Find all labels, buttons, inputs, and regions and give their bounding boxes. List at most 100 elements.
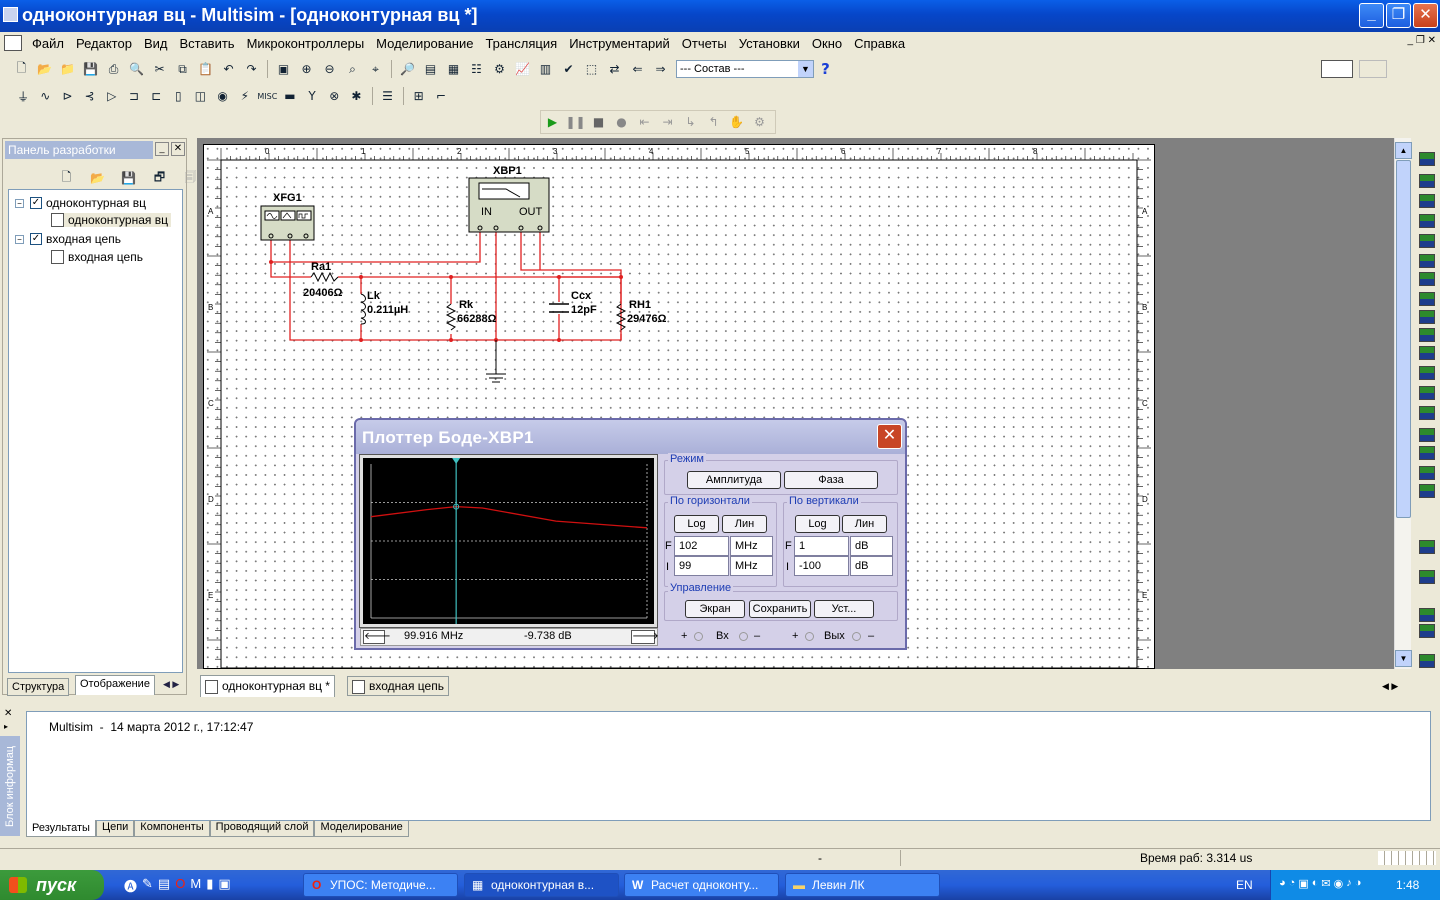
info-pin-icon[interactable]: ▸ xyxy=(4,722,8,731)
bode-close-button[interactable]: ✕ xyxy=(877,424,902,449)
tray-icon[interactable]: ◉ xyxy=(1334,877,1344,890)
in-use-list-combo[interactable]: --- Состав --- ▼ xyxy=(676,60,814,78)
open-page-icon[interactable]: 📂 xyxy=(88,169,108,187)
network-analyzer-icon[interactable] xyxy=(1419,406,1435,420)
toolbar-grip-2[interactable] xyxy=(1359,60,1387,78)
probe-icon[interactable] xyxy=(1419,654,1435,668)
tab-hierarchy[interactable]: Структура xyxy=(7,678,70,696)
step-out-icon[interactable]: ↰ xyxy=(704,113,724,131)
wattmeter-icon[interactable] xyxy=(1419,194,1435,208)
opera-icon[interactable]: O xyxy=(175,876,185,895)
checkbox-icon[interactable]: ✓ xyxy=(30,233,42,245)
document-icon[interactable] xyxy=(4,35,22,51)
current-probe-icon[interactable] xyxy=(1419,608,1435,622)
v-final-input[interactable]: 1 xyxy=(794,536,849,556)
h-log-button[interactable]: Log xyxy=(674,515,719,533)
tray-icon[interactable]: ♪ xyxy=(1346,877,1352,890)
task-item[interactable]: W Расчет одноконту... xyxy=(624,873,779,897)
settings-icon[interactable]: ⚙ xyxy=(750,113,770,131)
help-icon[interactable]: ? xyxy=(816,60,836,78)
zoom-out-icon[interactable]: ⊖ xyxy=(320,60,340,78)
grapher-icon[interactable]: ▤ xyxy=(421,60,441,78)
tree-node[interactable]: входная цепь xyxy=(51,250,143,264)
power-icon[interactable]: ⚡ xyxy=(235,87,254,105)
run-icon[interactable]: ▶ xyxy=(543,113,563,131)
panel-close-button[interactable]: ✕ xyxy=(171,142,185,156)
tab-visibility[interactable]: Отображение xyxy=(75,675,155,695)
analog-icon[interactable]: ▷ xyxy=(102,87,121,105)
app-icon[interactable]: ▮ xyxy=(206,876,213,895)
agilent-scope-icon[interactable] xyxy=(1419,466,1435,480)
scroll-up-icon[interactable]: ▲ xyxy=(1395,142,1412,159)
transistor-icon[interactable]: ⊰ xyxy=(80,87,99,105)
hierarchical-block-icon[interactable]: ⊞ xyxy=(409,87,428,105)
logic-converter-icon[interactable] xyxy=(1419,328,1435,342)
phase-button[interactable]: Фаза xyxy=(784,471,878,489)
cursor-right-button[interactable]: 🡒 xyxy=(631,630,659,644)
indicator-icon[interactable]: ◉ xyxy=(213,87,232,105)
scroll-thumb[interactable] xyxy=(1396,160,1411,518)
bode-plotter-icon[interactable] xyxy=(1419,254,1435,268)
full-screen-icon[interactable]: ▣ xyxy=(274,60,294,78)
app-icon[interactable]: ▤ xyxy=(158,876,170,895)
zoom-area-icon[interactable]: ⌕ xyxy=(343,60,363,78)
agilent-multimeter-icon[interactable] xyxy=(1419,446,1435,460)
open-sample-icon[interactable]: 📁 xyxy=(58,60,78,78)
frequency-counter-icon[interactable] xyxy=(1419,272,1435,286)
print-icon[interactable]: ⎙ xyxy=(104,60,124,78)
tab-doc-input[interactable]: входная цепь xyxy=(347,676,449,696)
oscilloscope-icon[interactable] xyxy=(1419,214,1435,228)
bom-icon[interactable]: ▥ xyxy=(536,60,556,78)
close-page-icon[interactable]: 🗗 xyxy=(150,169,170,187)
mcu-icon[interactable]: ✱ xyxy=(347,87,366,105)
menu-options[interactable]: Установки xyxy=(733,36,806,51)
out-plus-terminal[interactable] xyxy=(805,632,814,641)
tektronix-scope-icon[interactable] xyxy=(1419,484,1435,498)
step-into-icon[interactable]: ↳ xyxy=(681,113,701,131)
advanced-periph-icon[interactable]: ▬ xyxy=(280,87,299,105)
vertical-scrollbar[interactable]: ▲ ▼ xyxy=(1394,138,1412,669)
menu-edit[interactable]: Редактор xyxy=(70,36,138,51)
app-icon[interactable]: ✎ xyxy=(142,876,153,895)
zoom-in-icon[interactable]: ⊕ xyxy=(297,60,317,78)
info-close-icon[interactable]: ✕ xyxy=(4,708,12,719)
tray-icon[interactable]: ▣ xyxy=(1298,877,1308,890)
tools-icon[interactable] xyxy=(1419,624,1435,638)
annotate-icon[interactable]: ⇄ xyxy=(605,60,625,78)
language-indicator[interactable]: EN xyxy=(1236,878,1253,892)
menu-view[interactable]: Вид xyxy=(138,36,174,51)
menu-mcu[interactable]: Микроконтроллеры xyxy=(241,36,371,51)
gmail-icon[interactable]: M xyxy=(190,876,201,895)
amplitude-button[interactable]: Амплитуда xyxy=(687,471,781,489)
new-page-icon[interactable]: 🗋 xyxy=(57,169,77,187)
save-page-icon[interactable]: 💾 xyxy=(119,169,139,187)
tray-icon[interactable]: ◑ xyxy=(1355,877,1362,890)
select-icon[interactable]: ⬚ xyxy=(582,60,602,78)
pause-icon[interactable]: ❚❚ xyxy=(565,113,585,131)
postprocessor-icon[interactable]: ⚙ xyxy=(490,60,510,78)
iv-analyzer-icon[interactable] xyxy=(1419,346,1435,360)
tab-results[interactable]: Результаты xyxy=(26,820,96,837)
menu-reports[interactable]: Отчеты xyxy=(676,36,733,51)
paste-icon[interactable]: 📋 xyxy=(196,60,216,78)
source-icon[interactable]: ⏚ xyxy=(14,87,33,105)
bus-icon[interactable]: ⌐ xyxy=(431,87,450,105)
bode-screen[interactable] xyxy=(359,454,658,628)
measurement-probe-icon[interactable] xyxy=(1419,540,1435,554)
misc-icon[interactable]: MISC xyxy=(257,87,277,105)
logic-analyzer-icon[interactable] xyxy=(1419,310,1435,324)
menu-file[interactable]: Файл xyxy=(26,36,70,51)
save-button[interactable]: Сохранить xyxy=(749,600,811,618)
h-final-unit[interactable]: MHz xyxy=(730,536,773,556)
save-icon[interactable]: 💾 xyxy=(81,60,101,78)
mixed-icon[interactable]: ◫ xyxy=(191,87,210,105)
v-final-unit[interactable]: dB xyxy=(850,536,893,556)
ladder-icon[interactable]: ☰ xyxy=(378,87,397,105)
v-log-button[interactable]: Log xyxy=(795,515,840,533)
maximize-button[interactable]: ❐ xyxy=(1386,3,1411,28)
diode-icon[interactable]: ⊳ xyxy=(58,87,77,105)
step-icon[interactable]: ⇤ xyxy=(635,113,655,131)
tree-node[interactable]: − ✓ входная цепь xyxy=(15,232,121,246)
labview-icon[interactable] xyxy=(1419,570,1435,584)
avast-icon[interactable]: 🅐 xyxy=(124,876,137,895)
